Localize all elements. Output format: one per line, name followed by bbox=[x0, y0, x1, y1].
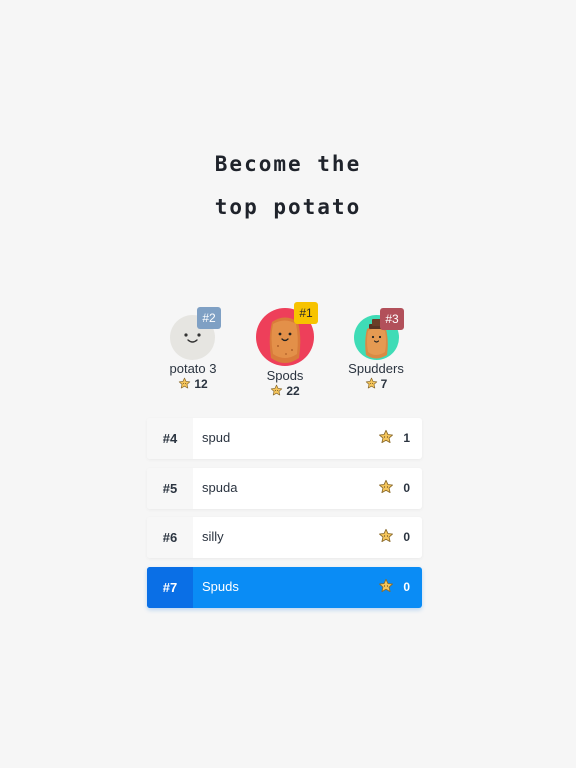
player-name: Spods bbox=[266, 368, 304, 383]
headline-line-2: top potato bbox=[214, 195, 362, 219]
rank-badge: #3 bbox=[380, 308, 404, 330]
leaderboard-row-current-user[interactable]: #7 Spuds 0 bbox=[147, 567, 422, 608]
score-value: 7 bbox=[380, 377, 388, 391]
star-icon bbox=[379, 528, 394, 543]
row-player-name: spuda bbox=[202, 480, 238, 495]
row-player-name: Spuds bbox=[202, 579, 239, 594]
star-icon bbox=[379, 429, 394, 444]
row-score: 0 bbox=[378, 567, 410, 608]
headline-line-1: Become the bbox=[214, 152, 362, 176]
row-score: 0 bbox=[378, 468, 410, 509]
star-icon bbox=[379, 578, 394, 593]
podium-second-place[interactable]: #2 potato 3 12 bbox=[150, 300, 236, 395]
row-rank: #6 bbox=[147, 517, 193, 558]
player-name: Spudders bbox=[348, 361, 404, 376]
score-value: 1 bbox=[403, 431, 410, 445]
player-score: 22 bbox=[242, 384, 328, 398]
score-value: 22 bbox=[286, 384, 300, 398]
row-player-name: spud bbox=[202, 430, 231, 445]
row-rank: #4 bbox=[147, 418, 193, 459]
leaderboard-row[interactable]: #4 spud 1 bbox=[147, 418, 422, 459]
row-score: 1 bbox=[378, 418, 410, 459]
player-score: 12 bbox=[150, 377, 236, 391]
row-player-name: silly bbox=[202, 529, 224, 544]
row-rank: #5 bbox=[147, 468, 193, 509]
player-name: potato 3 bbox=[169, 361, 217, 376]
star-icon bbox=[179, 377, 191, 389]
row-rank: #7 bbox=[147, 567, 193, 608]
rank-badge: #1 bbox=[294, 302, 318, 324]
leaderboard-row[interactable]: #6 silly 0 bbox=[147, 517, 422, 558]
score-value: 0 bbox=[403, 580, 410, 594]
row-score: 0 bbox=[378, 517, 410, 558]
podium-first-place[interactable]: #1 Spods 22 bbox=[242, 298, 328, 403]
leaderboard-row[interactable]: #5 spuda 0 bbox=[147, 468, 422, 509]
podium-third-place[interactable]: #3 Spudders 7 bbox=[333, 300, 419, 395]
score-value: 0 bbox=[403, 530, 410, 544]
score-value: 12 bbox=[194, 377, 208, 391]
star-icon bbox=[379, 479, 394, 494]
star-icon bbox=[365, 377, 377, 389]
player-score: 7 bbox=[333, 377, 419, 391]
score-value: 0 bbox=[403, 481, 410, 495]
rank-badge: #2 bbox=[197, 307, 221, 329]
star-icon bbox=[271, 384, 283, 396]
